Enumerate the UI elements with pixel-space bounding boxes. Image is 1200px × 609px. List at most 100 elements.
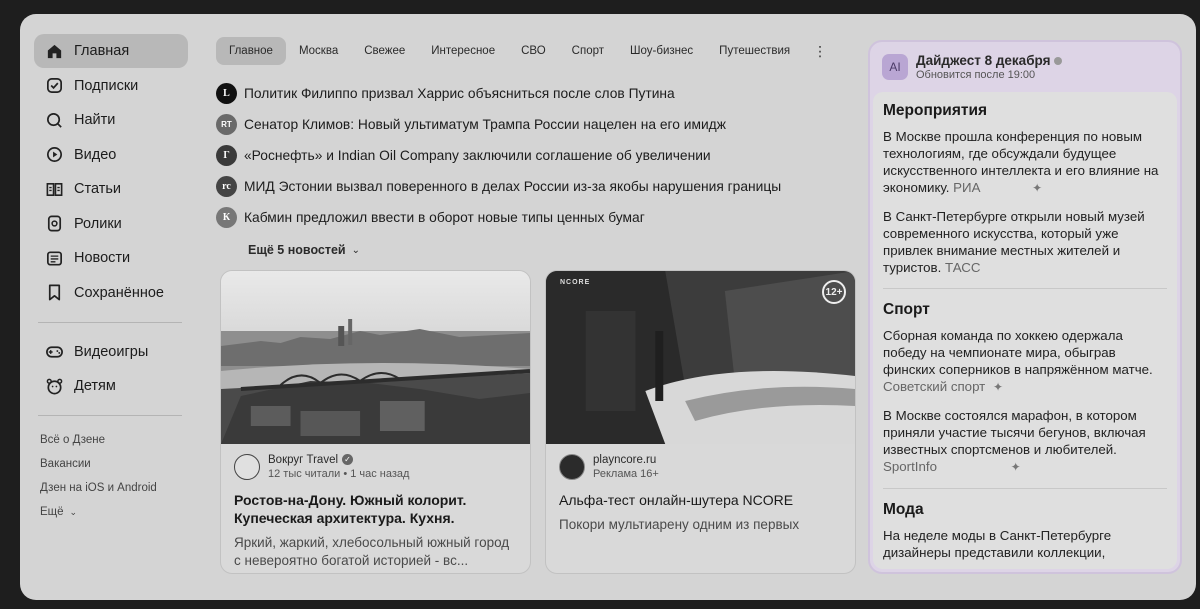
sidebar-item-label: Найти xyxy=(74,112,116,128)
news-source-logo: К xyxy=(216,207,237,228)
footer-link-apps[interactable]: Дзен на iOS и Android xyxy=(34,476,188,500)
source-name: playncore.ru xyxy=(593,454,657,466)
chevron-down-icon: ⌄ xyxy=(351,244,361,256)
tab-svo[interactable]: СВО xyxy=(508,37,559,65)
gamepad-icon xyxy=(44,342,64,362)
news-item[interactable]: rc МИД Эстонии вызвал поверенного в дела… xyxy=(216,171,856,202)
source-name: Вокруг Travel xyxy=(268,454,339,466)
more-tabs-icon[interactable]: ⋮ xyxy=(803,43,837,60)
news-source-logo: Г xyxy=(216,145,237,166)
digest-subtitle: Обновится после 19:00 xyxy=(916,69,1036,81)
digest-divider xyxy=(883,488,1167,489)
news-headline: Сенатор Климов: Новый ультиматум Трампа … xyxy=(244,117,726,132)
news-item[interactable]: RT Сенатор Климов: Новый ультиматум Трам… xyxy=(216,109,856,140)
news-headline: МИД Эстонии вызвал поверенного в делах Р… xyxy=(244,179,782,194)
tab-sport[interactable]: Спорт xyxy=(559,37,617,65)
sidebar-item-home[interactable]: Главная xyxy=(34,34,188,68)
chevron-down-icon: ⌄ xyxy=(69,506,78,517)
digest-item[interactable]: В Москве прошла конференция по новым тех… xyxy=(883,128,1167,197)
news-item[interactable]: L Политик Филиппо призвал Харрис объясни… xyxy=(216,78,856,109)
more-news-button[interactable]: Ещё 5 новостей ⌄ xyxy=(248,241,856,259)
digest-item-text: В Санкт-Петербурге открыли новый музей с… xyxy=(883,209,1145,275)
sidebar-item-kids[interactable]: Детям xyxy=(34,369,188,403)
source-logo xyxy=(234,454,260,480)
sidebar-item-label: Детям xyxy=(74,378,116,394)
card-image xyxy=(221,271,530,444)
sidebar-item-video[interactable]: Видео xyxy=(34,138,188,172)
sidebar-item-articles[interactable]: Статьи xyxy=(34,172,188,206)
sparkle-icon: ✦ xyxy=(1032,181,1043,195)
footer-link-more[interactable]: Ещё ⌄ xyxy=(34,500,188,524)
article-card[interactable]: Вокруг Travel ✓ 12 тыс читали • 1 час наз… xyxy=(220,270,531,574)
sidebar-item-subscriptions[interactable]: Подписки xyxy=(34,69,188,103)
digest-item[interactable]: На неделе моды в Санкт-Петербурге дизайн… xyxy=(883,527,1167,561)
shorts-icon xyxy=(44,214,64,234)
ai-digest-panel: AI Дайджест 8 декабря Обновится после 19… xyxy=(868,40,1182,574)
tab-showbiz[interactable]: Шоу-бизнес xyxy=(617,37,706,65)
app-window: Главная Подписки Найти Видео Статьи Роли… xyxy=(20,14,1196,600)
subscriptions-icon xyxy=(44,76,64,96)
news-source-logo: rc xyxy=(216,176,237,197)
search-icon xyxy=(44,110,64,130)
card-description: Яркий, жаркий, хлебосольный южный город … xyxy=(234,535,510,568)
sidebar-divider xyxy=(38,415,182,416)
tab-fresh[interactable]: Свежее xyxy=(351,37,418,65)
news-source-logo: RT xyxy=(216,114,237,135)
tab-interesting[interactable]: Интересное xyxy=(418,37,508,65)
bookmark-icon xyxy=(44,283,64,303)
top-news-list: L Политик Филиппо призвал Харрис объясни… xyxy=(216,78,856,233)
footer-link-vacancies[interactable]: Вакансии xyxy=(34,452,188,476)
news-item[interactable]: Г «Роснефть» и Indian Oil Company заключ… xyxy=(216,140,856,171)
articles-icon xyxy=(44,179,64,199)
footer-link-about[interactable]: Всё о Дзене xyxy=(34,428,188,452)
tab-main[interactable]: Главное xyxy=(216,37,286,65)
card-description: Покори мультиарену одним из первых xyxy=(559,517,800,532)
digest-item-text: В Москве состоялся марафон, в котором пр… xyxy=(883,408,1146,457)
sidebar-divider xyxy=(38,321,182,323)
sidebar-item-news[interactable]: Новости xyxy=(34,241,188,275)
sidebar-item-label: Статьи xyxy=(74,181,121,197)
news-icon xyxy=(44,248,64,268)
source-logo xyxy=(559,454,585,480)
digest-item-source: Советский спорт xyxy=(883,379,986,394)
digest-item-source: ТАСС xyxy=(945,260,981,275)
sidebar-item-label: Новости xyxy=(74,250,131,266)
news-item[interactable]: К Кабмин предложил ввести в оборот новые… xyxy=(216,202,856,233)
tab-moscow[interactable]: Москва xyxy=(286,37,351,65)
video-icon xyxy=(44,145,64,165)
age-rating-badge: 12+ xyxy=(822,280,846,304)
digest-header[interactable]: AI Дайджест 8 декабря Обновится после 19… xyxy=(870,42,1180,92)
ad-card[interactable]: NCORE 12+ playncore.ru Реклама 16+ Альфа… xyxy=(545,270,856,574)
ai-icon: AI xyxy=(882,54,908,80)
digest-divider xyxy=(883,288,1167,289)
sidebar-item-videogames[interactable]: Видеоигры xyxy=(34,335,188,369)
main-feed: Главное Москва Свежее Интересное СВО Спо… xyxy=(216,36,856,574)
tab-travel[interactable]: Путешествия xyxy=(706,37,803,65)
digest-item-source: РИА xyxy=(953,180,981,195)
news-source-logo: L xyxy=(216,83,237,104)
digest-item[interactable]: Сборная команда по хоккею одержала побед… xyxy=(883,327,1167,396)
digest-item-text: В Москве прошла конференция по новым тех… xyxy=(883,129,1159,195)
sidebar-item-label: Подписки xyxy=(74,77,139,94)
digest-item[interactable]: В Москве состоялся марафон, в котором пр… xyxy=(883,407,1167,476)
sidebar-item-saved[interactable]: Сохранённое xyxy=(34,276,188,310)
digest-item-text: На неделе моды в Санкт-Петербурге дизайн… xyxy=(883,528,1112,560)
digest-content: Мероприятия В Москве прошла конференция … xyxy=(873,92,1177,569)
sidebar-item-shorts[interactable]: Ролики xyxy=(34,207,188,241)
card-title: Ростов-на-Дону. Южный колорит. Купеческа… xyxy=(234,492,467,526)
sidebar-item-label: Ролики xyxy=(74,215,122,232)
status-dot-icon xyxy=(1054,57,1063,66)
sidebar-item-label: Главная xyxy=(74,43,130,59)
home-icon xyxy=(44,41,64,61)
sparkle-icon: ✦ xyxy=(992,380,1004,394)
ncore-logo: NCORE xyxy=(560,279,591,286)
footer-more-label: Ещё xyxy=(40,506,64,518)
sidebar-item-search[interactable]: Найти xyxy=(34,103,188,137)
card-image xyxy=(546,271,855,444)
digest-item[interactable]: В Санкт-Петербурге открыли новый музей с… xyxy=(883,208,1167,276)
card-meta: 12 тыс читали • 1 час назад xyxy=(268,468,410,480)
digest-title: Дайджест 8 декабря xyxy=(916,53,1051,68)
digest-section-title: Мероприятия xyxy=(883,102,988,119)
topic-tabs: Главное Москва Свежее Интересное СВО Спо… xyxy=(216,36,856,66)
sidebar-item-label: Сохранённое xyxy=(74,284,164,301)
